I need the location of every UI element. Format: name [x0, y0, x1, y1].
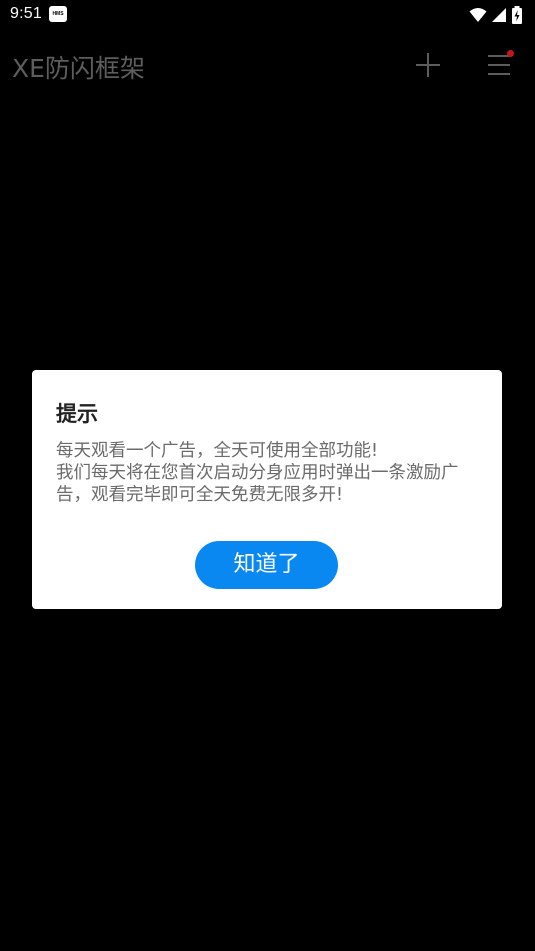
battery-charging-icon	[512, 6, 522, 24]
ok-button[interactable]: 知道了	[195, 541, 338, 589]
dialog-message-line-1: 每天观看一个广告，全天可使用全部功能!	[56, 441, 379, 461]
plus-icon	[416, 53, 440, 77]
menu-button[interactable]	[484, 48, 518, 80]
dialog-message-line-2: 我们每天将在您首次启动分身应用时弹出一条激励广告，观看完毕即可全天免费无限多开!	[56, 463, 459, 505]
app-title: XE防闪框架	[12, 54, 145, 83]
status-bar: 9:51 HMS	[0, 0, 535, 30]
app-bar: XE防闪框架	[0, 36, 535, 94]
wifi-icon	[469, 8, 487, 22]
cellular-signal-icon	[492, 8, 506, 22]
app-screen: 9:51 HMS XE防闪框架 提示 每天观看一个广告，全天可使用全部功能! 我…	[0, 0, 535, 951]
dialog-title: 提示	[56, 402, 98, 426]
status-time: 9:51	[10, 5, 42, 22]
tip-dialog: 提示 每天观看一个广告，全天可使用全部功能! 我们每天将在您首次启动分身应用时弹…	[32, 370, 502, 609]
status-icons	[469, 5, 523, 25]
add-button[interactable]	[414, 51, 442, 79]
notification-dot-icon	[507, 50, 514, 57]
dialog-message: 每天观看一个广告，全天可使用全部功能! 我们每天将在您首次启动分身应用时弹出一条…	[56, 440, 482, 506]
hms-badge-icon: HMS	[49, 6, 67, 22]
